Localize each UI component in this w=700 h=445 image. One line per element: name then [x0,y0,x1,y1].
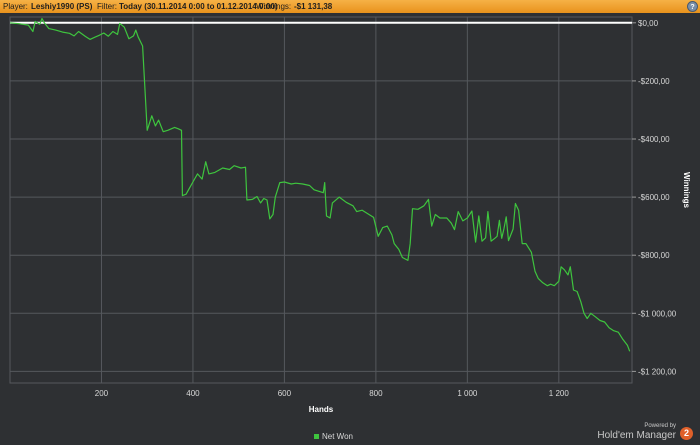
winnings-value: -$1 131,38 [294,2,333,11]
player-value: Leshiy1990 (PS) [31,2,93,11]
y-tick-label: -$400,00 [638,135,670,144]
winnings-label: Winnings: [256,2,292,11]
x-tick-label: 600 [278,389,292,398]
y-axis-ticks: $0,00 -$200,00 -$400,00 -$600,00 -$800,00 -$1… [638,19,677,377]
filter-value: Today (30.11.2014 0:00 to 01.12.2014 0:0… [119,2,278,11]
x-tick-label: 1 200 [549,389,570,398]
hem-logo-icon: 2 [680,427,693,440]
y-tick-label: -$1 200,00 [638,367,677,376]
x-tick-label: 1 000 [457,389,478,398]
x-axis-label: Hands [309,405,334,414]
help-icon[interactable]: ? [687,1,698,12]
plot-frame [9,16,633,384]
brand-name: Hold'em Manager [597,430,676,441]
y-tick-label: -$200,00 [638,77,670,86]
x-tick-label: 400 [186,389,200,398]
grid [9,16,636,384]
powered-by-text: Powered by [644,423,676,429]
series-layer [9,17,631,352]
legend[interactable]: Net Won [314,432,353,441]
x-tick-label: 200 [95,389,109,398]
filter-label: Filter: [97,2,117,11]
y-tick-label: -$1 000,00 [638,309,677,318]
winnings-chart: 200 400 600 800 1 000 1 200 $0,00 -$200,00 -$40… [9,16,691,414]
legend-swatch [314,434,319,440]
y-axis-label: Winnings [682,172,691,208]
x-tick-label: 800 [369,389,383,398]
y-tick-label: -$800,00 [638,251,670,260]
header-bar: Player: Leshiy1990 (PS) Filter: Today (3… [0,0,700,13]
x-axis-ticks: 200 400 600 800 1 000 1 200 [95,389,570,398]
branding: Powered by Hold'em Manager [597,423,676,442]
y-tick-label: -$600,00 [638,193,670,202]
player-label: Player: [3,2,28,11]
y-tick-label: $0,00 [638,19,659,28]
series-line-net-won [9,17,631,352]
legend-label-net-won: Net Won [322,432,353,441]
